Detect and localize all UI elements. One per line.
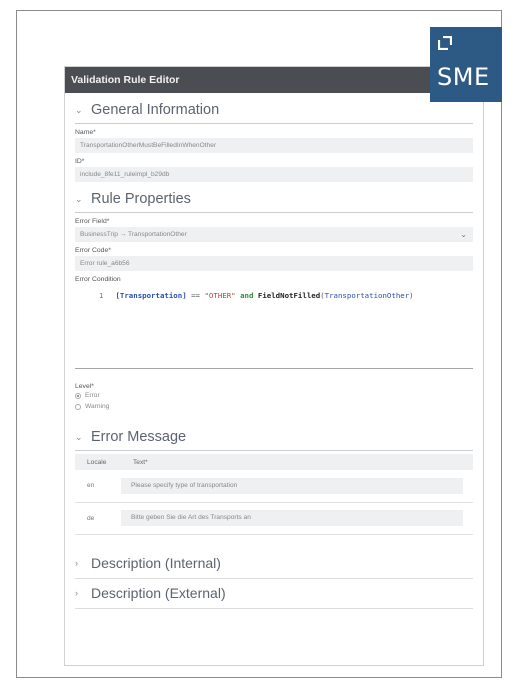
section-title: Description (Internal) <box>91 555 221 571</box>
name-label: Name* <box>75 129 96 136</box>
chevron-down-icon: ⌄ <box>75 431 83 442</box>
error-message-table: Locale Text* en Please specify type of t… <box>75 454 473 535</box>
code-keyword: and <box>235 291 258 300</box>
divider <box>75 123 473 124</box>
table-header-row: Locale Text* <box>75 454 473 470</box>
code-argument: TransportationOther <box>324 291 410 300</box>
table-row: en Please specify type of transportation <box>75 470 473 503</box>
section-title: General Information <box>91 102 220 118</box>
column-header-locale: Locale <box>75 454 121 470</box>
level-option-warning[interactable]: Warning <box>75 401 473 412</box>
column-header-text: Text* <box>121 454 473 470</box>
chevron-down-icon: ⌄ <box>75 193 83 204</box>
radio-button-checked[interactable] <box>75 392 81 399</box>
section-error-message[interactable]: ⌄ Error Message <box>75 424 473 450</box>
code-string: "OTHER" <box>204 291 236 300</box>
chevron-right-icon: › <box>75 588 78 598</box>
code-function: FieldNotFilled <box>257 291 321 300</box>
text-cell: Please specify type of transportation <box>121 470 473 503</box>
code-line: 1 [Transportation] == "OTHER" and FieldNo… <box>99 291 414 300</box>
dropdown-caret-icon: ⌄ <box>460 230 467 239</box>
divider <box>75 212 473 213</box>
error-code-field[interactable]: Error rule_a6b56 <box>75 256 473 271</box>
name-field[interactable]: TransportationOtherMustBeFilledInWhenOth… <box>75 138 473 153</box>
section-title: Error Message <box>91 429 187 445</box>
message-text-input[interactable]: Bitte geben Sie die Art des Transports a… <box>121 510 463 526</box>
locale-cell: de <box>75 502 121 535</box>
window-title: Validation Rule Editor <box>65 67 483 93</box>
radio-label: Error <box>85 392 100 399</box>
chevron-down-icon: ⌄ <box>75 104 83 115</box>
level-option-error[interactable]: Error <box>75 390 473 401</box>
error-field-select[interactable]: BusinessTrip → TransportationOther ⌄ <box>75 227 473 242</box>
logo-text: SME <box>437 63 490 91</box>
editor-content: ⌄ General Information Name* Transportati… <box>65 97 483 609</box>
error-condition-editor[interactable]: 1 [Transportation] == "OTHER" and FieldNo… <box>75 285 473 369</box>
level-label: Level* <box>75 383 94 390</box>
error-condition-label: Error Condition <box>75 276 121 283</box>
section-description-internal[interactable]: › Description (Internal) <box>75 549 473 579</box>
code-field-ref: Transportation <box>119 291 183 300</box>
message-text-input[interactable]: Please specify type of transportation <box>121 477 463 494</box>
line-number: 1 <box>99 291 104 300</box>
error-field-label: Error Field* <box>75 218 110 225</box>
section-title: Description (External) <box>91 585 226 601</box>
section-description-external[interactable]: › Description (External) <box>75 579 473 609</box>
locale-cell: en <box>75 470 121 503</box>
section-general-information[interactable]: ⌄ General Information <box>75 97 473 123</box>
error-field-value: BusinessTrip → TransportationOther <box>80 231 187 238</box>
table-row: de Bitte geben Sie die Art des Transport… <box>75 502 473 535</box>
divider <box>75 450 473 451</box>
radio-button[interactable] <box>75 403 81 410</box>
error-code-label: Error Code* <box>75 247 111 254</box>
radio-label: Warning <box>85 403 110 410</box>
chevron-right-icon: › <box>75 558 78 568</box>
logo-mark-icon <box>438 36 452 50</box>
sme-logo: SME <box>430 27 502 102</box>
id-field[interactable]: include_8fe11_ruleimpl_b29db <box>75 167 473 182</box>
code-paren-close: ) <box>409 291 414 300</box>
section-title: Rule Properties <box>91 191 191 207</box>
validation-rule-editor-panel: Validation Rule Editor ⌄ General Informa… <box>64 66 484 666</box>
text-cell: Bitte geben Sie die Art des Transports a… <box>121 502 473 535</box>
code-operator: == <box>186 291 205 300</box>
id-label: ID* <box>75 158 85 165</box>
section-rule-properties[interactable]: ⌄ Rule Properties <box>75 186 473 212</box>
